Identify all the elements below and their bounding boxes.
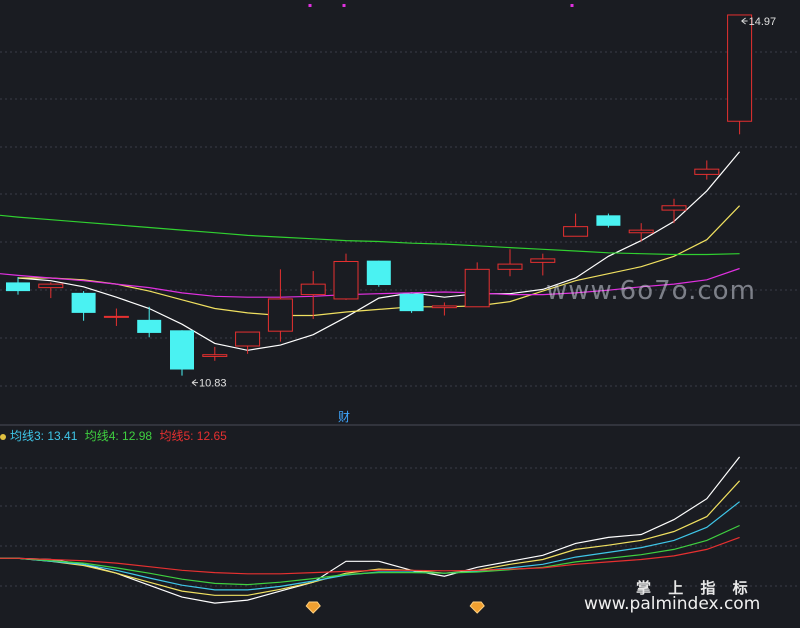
candle xyxy=(71,291,96,321)
candle xyxy=(628,223,654,242)
candle-body xyxy=(235,331,261,347)
candle-body xyxy=(366,260,391,286)
candle xyxy=(661,198,687,224)
legend-ma4: 均线4: 12.98 xyxy=(84,429,153,443)
candle-body xyxy=(628,229,654,234)
indicator-line xyxy=(0,480,741,596)
candle-body xyxy=(563,226,589,237)
candle xyxy=(399,293,424,313)
stock-chart: 10.83 14.97 财 xyxy=(0,4,800,614)
annotation-arrow-icon xyxy=(191,379,198,387)
candle xyxy=(563,213,589,237)
indicator-signals xyxy=(305,601,485,614)
candle-body xyxy=(333,260,359,300)
top-marker-dot xyxy=(342,4,346,7)
candle xyxy=(103,308,129,326)
candle xyxy=(267,269,293,342)
candle-body xyxy=(71,292,96,313)
candle-body xyxy=(596,215,621,226)
candle xyxy=(6,277,30,295)
indicator-legend: 均线3: 13.41 均线4: 12.98 均线5: 12.65 xyxy=(0,427,231,444)
candle xyxy=(170,330,194,376)
candle xyxy=(202,346,228,361)
price-annotation-label: 14.97 xyxy=(749,16,777,28)
candle-body xyxy=(267,298,293,332)
legend-ma5: 均线5: 12.65 xyxy=(159,429,227,443)
grid-lines xyxy=(0,51,800,587)
candle xyxy=(464,262,490,308)
candle-body xyxy=(727,14,753,122)
candle xyxy=(366,260,391,287)
legend-dot-icon xyxy=(0,434,6,440)
candle-body xyxy=(300,283,326,296)
price-annotations: 10.83 14.97 财 xyxy=(191,16,777,424)
candle xyxy=(137,306,162,338)
candle-body xyxy=(431,305,457,309)
candle-body xyxy=(202,354,228,357)
candle xyxy=(596,213,621,228)
candle xyxy=(300,271,326,319)
price-annotation-label: 10.83 xyxy=(199,378,227,390)
candle-body xyxy=(6,282,30,292)
candle-body xyxy=(399,293,424,312)
candle-body xyxy=(38,283,64,289)
candle-body xyxy=(137,319,162,333)
moving-average-lines xyxy=(0,151,741,351)
top-marker-dot xyxy=(308,4,312,7)
candle xyxy=(727,14,753,135)
candle xyxy=(235,331,261,354)
indicator-lines xyxy=(0,456,741,604)
indicator-line xyxy=(0,524,740,586)
candle-body xyxy=(530,258,556,263)
candle xyxy=(694,160,720,180)
candle xyxy=(530,253,556,276)
legend-ma3: 均线3: 13.41 xyxy=(10,429,78,443)
watermark-brand-url: www.palmindex.com xyxy=(584,594,761,614)
candle-body xyxy=(661,205,687,211)
candle xyxy=(38,282,64,299)
candle-body xyxy=(464,268,490,308)
top-marker-dot xyxy=(570,4,574,7)
candle-body xyxy=(497,263,523,270)
watermark-top: www.6o7o.com xyxy=(546,276,756,306)
candlesticks xyxy=(6,14,753,376)
moving-average-line xyxy=(0,214,740,256)
diamond-signal-icon xyxy=(305,601,321,614)
candle-body xyxy=(103,315,129,318)
candle xyxy=(431,302,457,316)
event-marker-label: 财 xyxy=(338,410,350,424)
moving-average-line xyxy=(17,151,741,351)
indicator-line xyxy=(0,456,741,604)
candle-body xyxy=(170,330,194,370)
diamond-signal-icon xyxy=(469,601,485,614)
top-markers xyxy=(308,4,574,7)
candle xyxy=(333,253,359,300)
candle-body xyxy=(694,168,720,175)
candle xyxy=(497,249,523,277)
